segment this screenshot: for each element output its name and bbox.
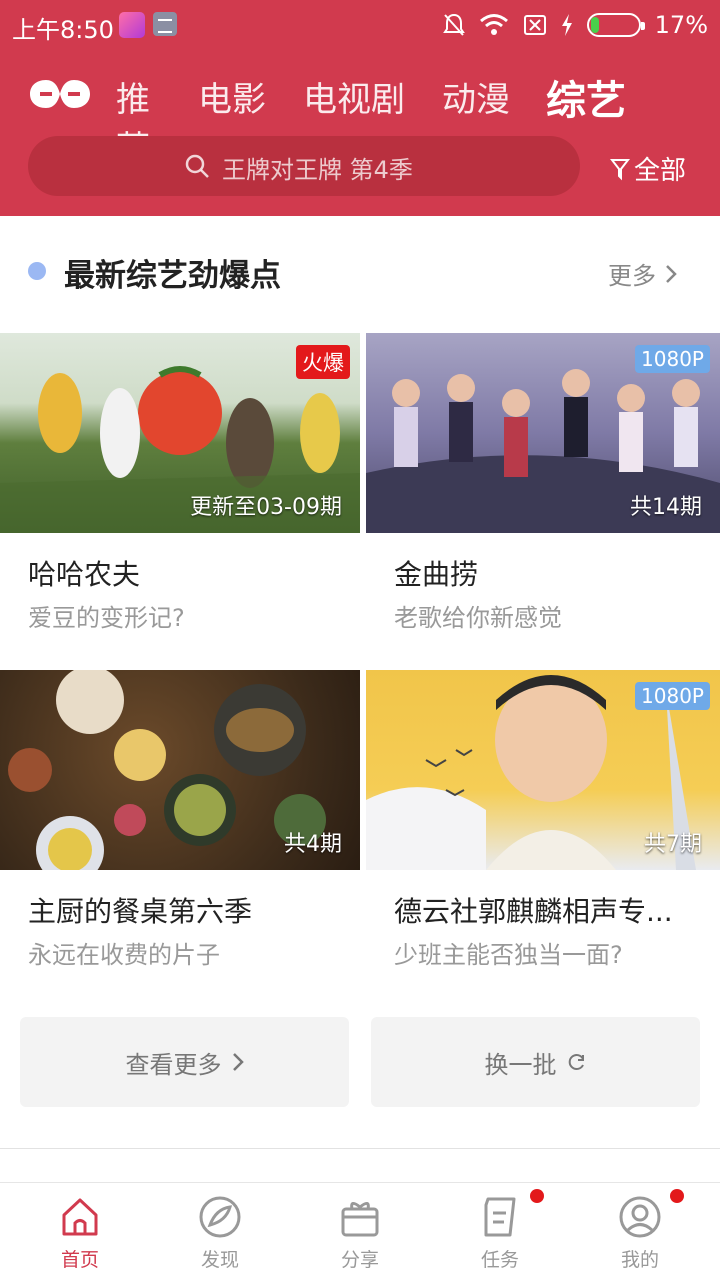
bottom-navigation: 首页 发现 分享 任务 我的: [0, 1182, 720, 1280]
section-title: 最新综艺劲爆点: [64, 258, 281, 294]
mute-bell-icon: [442, 13, 465, 37]
battery-icon: [586, 13, 645, 37]
tab-tv-series[interactable]: 电视剧: [303, 72, 405, 121]
nav-profile-label: 我的: [620, 1249, 659, 1271]
show-subtitle: 爱豆的变形记?: [28, 604, 185, 632]
hd-badge: 1080P: [635, 682, 710, 710]
nav-home[interactable]: 首页: [20, 1189, 140, 1279]
divider: [0, 1148, 720, 1149]
more-label: 更多: [608, 262, 656, 290]
gift-icon: [341, 1202, 379, 1237]
nav-share[interactable]: 分享: [300, 1189, 420, 1279]
search-input[interactable]: 王牌对王牌 第4季: [28, 136, 580, 196]
show-title: 德云社郭麒麟相声专...: [394, 895, 673, 928]
show-subtitle: 少班主能否独当一面?: [394, 941, 623, 969]
task-icon: [484, 1197, 516, 1237]
episode-label: 共4期: [284, 832, 342, 857]
no-sim-icon: [523, 14, 547, 36]
nav-home-label: 首页: [60, 1249, 99, 1271]
notification-dot: [670, 1189, 684, 1203]
app-header: 上午8:50 17% 推荐 电影: [0, 0, 720, 216]
show-thumbnail[interactable]: 1080P 共7期: [366, 670, 720, 870]
show-subtitle: 永远在收费的片子: [28, 941, 220, 969]
refresh-label: 换一批: [484, 1050, 557, 1079]
show-thumbnail[interactable]: 火爆 更新至03-09期: [0, 333, 360, 533]
refresh-icon: [568, 1054, 584, 1070]
more-link[interactable]: 更多: [608, 256, 678, 291]
hd-badge: 1080P: [635, 345, 710, 373]
filter-button[interactable]: 全部: [610, 150, 686, 187]
app-logo-icon[interactable]: [28, 76, 92, 112]
show-card[interactable]: 火爆 更新至03-09期 哈哈农夫 爱豆的变形记?: [0, 333, 360, 633]
filter-label: 全部: [634, 156, 687, 186]
battery-percent: 17%: [654, 11, 708, 39]
compass-icon: [199, 1196, 241, 1238]
nav-tasks[interactable]: 任务: [440, 1189, 560, 1279]
show-card[interactable]: 1080P 共14期 金曲捞 老歌给你新感觉: [366, 333, 720, 633]
message-notification-icon: [153, 12, 177, 36]
section-dot-icon: [28, 262, 46, 280]
refresh-button[interactable]: 换一批: [371, 1017, 700, 1107]
tab-anime[interactable]: 动漫: [442, 72, 510, 121]
show-title: 主厨的餐桌第六季: [28, 895, 253, 928]
nav-profile[interactable]: 我的: [580, 1189, 700, 1279]
see-more-button[interactable]: 查看更多: [20, 1017, 349, 1107]
section-header: 最新综艺劲爆点 更多: [0, 236, 720, 306]
show-thumbnail[interactable]: 共4期: [0, 670, 360, 870]
wifi-icon: [479, 13, 509, 37]
status-time: 上午8:50: [12, 16, 114, 44]
nav-discover-label: 发现: [200, 1249, 239, 1271]
nav-tasks-label: 任务: [480, 1249, 519, 1271]
filter-icon: [610, 158, 630, 180]
user-icon: [619, 1196, 661, 1238]
home-icon: [62, 1198, 98, 1236]
show-title: 哈哈农夫: [28, 558, 141, 591]
status-indicators: 17%: [442, 8, 708, 42]
nav-share-label: 分享: [340, 1249, 379, 1271]
show-title: 金曲捞: [394, 558, 479, 591]
episode-label: 共7期: [644, 832, 702, 857]
show-card[interactable]: 1080P 共7期 德云社郭麒麟相声专... 少班主能否独当一面?: [366, 670, 720, 970]
status-bar: 上午8:50 17%: [0, 0, 720, 50]
app-notification-icon: [119, 12, 145, 38]
chevron-right-icon: [666, 264, 677, 283]
search-icon: [184, 153, 210, 183]
show-thumbnail[interactable]: 1080P 共14期: [366, 333, 720, 533]
tab-variety[interactable]: 综艺: [546, 68, 626, 126]
show-card[interactable]: 共4期 主厨的餐桌第六季 永远在收费的片子: [0, 670, 360, 970]
charging-icon: [561, 14, 573, 36]
chevron-right-icon: [232, 1053, 244, 1071]
episode-label: 共14期: [630, 495, 702, 520]
show-subtitle: 老歌给你新感觉: [394, 604, 562, 632]
notification-dot: [530, 1189, 544, 1203]
episode-label: 更新至03-09期: [190, 495, 342, 520]
see-more-label: 查看更多: [125, 1050, 222, 1079]
hot-badge: 火爆: [296, 345, 350, 379]
battery-level: [590, 17, 599, 33]
search-placeholder: 王牌对王牌 第4季: [222, 156, 413, 184]
nav-discover[interactable]: 发现: [160, 1189, 280, 1279]
category-tabs: 推荐 电影 电视剧 动漫 综艺: [0, 60, 720, 169]
tab-movie[interactable]: 电影: [198, 72, 266, 121]
